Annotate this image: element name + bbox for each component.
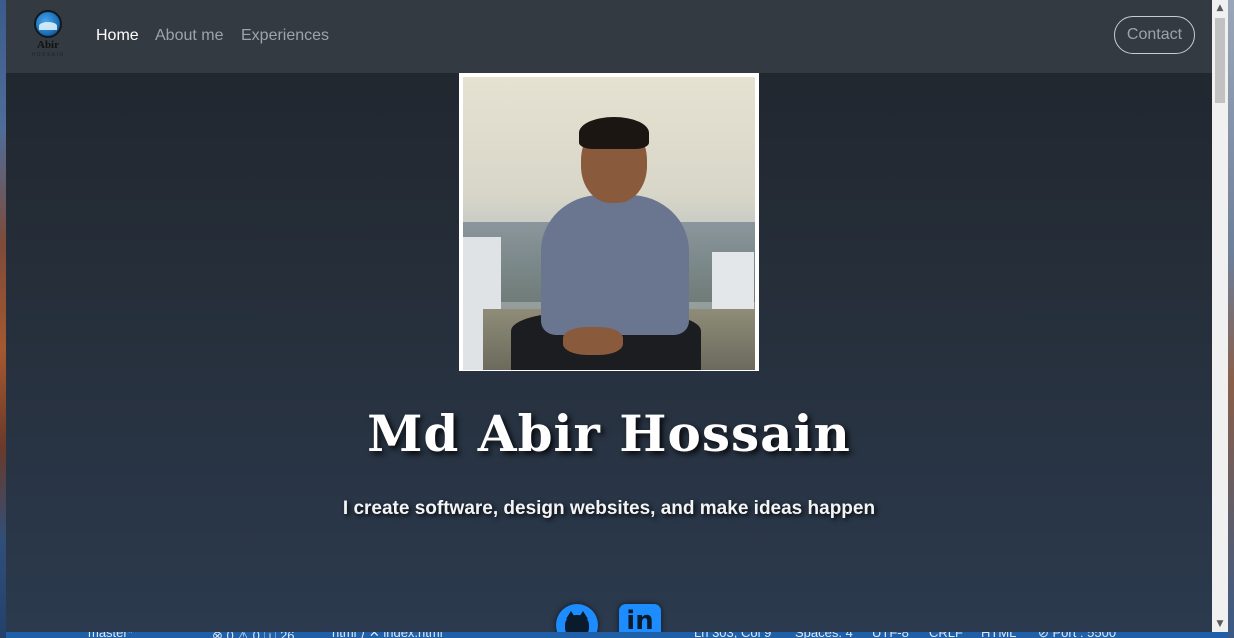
- profile-photo-frame: [459, 73, 759, 371]
- nav-link-about-me[interactable]: About me: [155, 27, 223, 45]
- nav-link-home[interactable]: Home: [96, 27, 139, 45]
- brand-name: Abir: [37, 39, 59, 51]
- scroll-down-icon[interactable]: ▼: [1212, 616, 1228, 632]
- hero-name: Md Abir Hossain: [367, 404, 851, 463]
- navbar: Abir HOSSAIN Home About me Experiences C…: [6, 0, 1212, 73]
- brand-subtitle: HOSSAIN: [31, 52, 65, 58]
- linkedin-icon[interactable]: in: [619, 604, 661, 632]
- hero-tagline: I create software, design websites, and …: [342, 498, 876, 519]
- brand-logo[interactable]: Abir HOSSAIN: [24, 10, 76, 60]
- profile-photo: [463, 77, 755, 370]
- scroll-up-icon[interactable]: ▲: [1212, 0, 1228, 16]
- github-icon[interactable]: [556, 604, 598, 632]
- page-scrollbar[interactable]: ▲ ▼: [1212, 0, 1228, 632]
- browser-viewport: Abir HOSSAIN Home About me Experiences C…: [6, 0, 1212, 632]
- contact-button[interactable]: Contact: [1114, 16, 1195, 54]
- scrollbar-thumb[interactable]: [1215, 18, 1225, 103]
- nav-link-experiences[interactable]: Experiences: [241, 27, 329, 45]
- desktop-wallpaper-right: [1228, 0, 1234, 638]
